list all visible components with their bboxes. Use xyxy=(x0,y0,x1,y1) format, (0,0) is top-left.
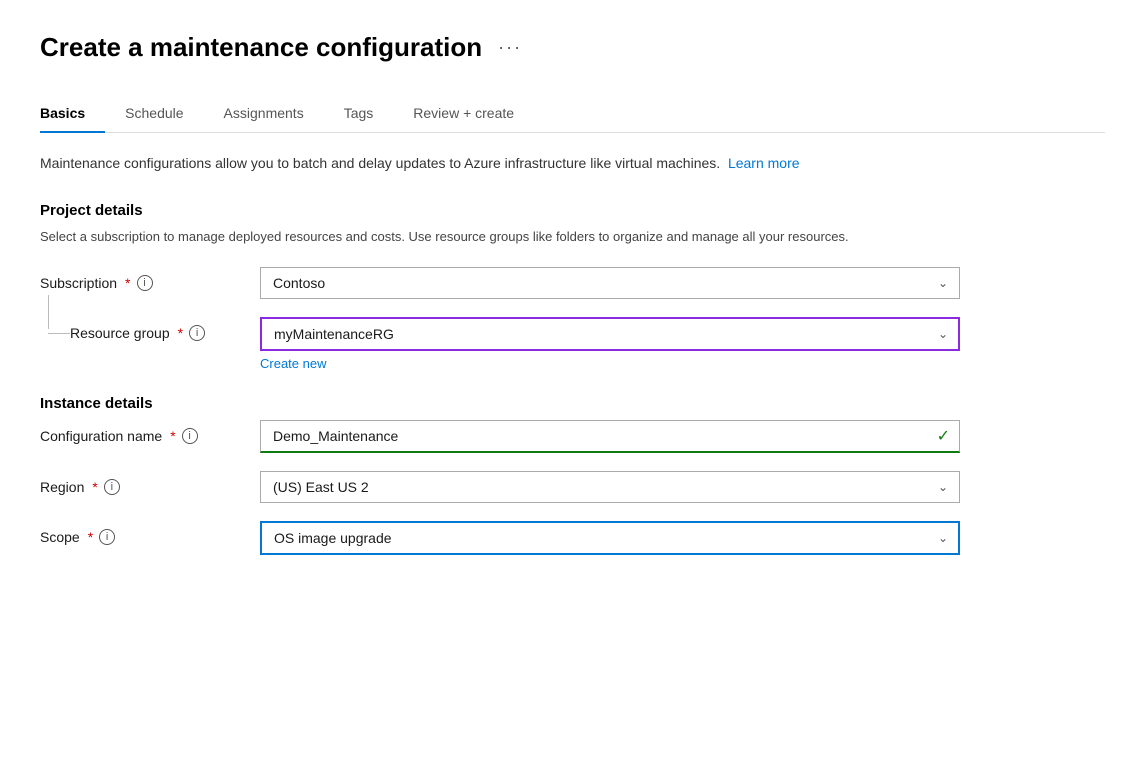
page-title: Create a maintenance configuration xyxy=(40,32,482,63)
config-name-input[interactable] xyxy=(260,420,960,453)
scope-dropdown-wrapper: OS image upgrade ⌄ xyxy=(260,521,960,555)
subscription-label-col: Subscription * i xyxy=(40,267,260,291)
project-details-title: Project details xyxy=(40,202,1105,219)
tab-schedule[interactable]: Schedule xyxy=(105,95,203,133)
page-title-row: Create a maintenance configuration ··· xyxy=(40,32,1105,63)
resource-group-control: myMaintenanceRG ⌄ Create new xyxy=(260,317,960,371)
subscription-dropdown[interactable]: Contoso xyxy=(260,267,960,299)
resource-group-label: Resource group xyxy=(70,325,170,341)
instance-details-section: Instance details Configuration name * i … xyxy=(40,395,1105,555)
region-required: * xyxy=(92,479,97,495)
subscription-label: Subscription xyxy=(40,275,117,291)
tab-review-create[interactable]: Review + create xyxy=(393,95,534,133)
resource-group-required: * xyxy=(178,325,183,341)
subscription-info-icon[interactable]: i xyxy=(137,275,153,291)
subscription-control: Contoso ⌄ xyxy=(260,267,960,299)
tab-bar: Basics Schedule Assignments Tags Review … xyxy=(40,95,1105,133)
region-info-icon[interactable]: i xyxy=(104,479,120,495)
instance-details-title: Instance details xyxy=(40,395,1105,412)
region-dropdown-wrapper: (US) East US 2 ⌄ xyxy=(260,471,960,503)
scope-row: Scope * i OS image upgrade ⌄ xyxy=(40,521,1105,555)
more-options-button[interactable]: ··· xyxy=(498,37,522,58)
subscription-row: Subscription * i Contoso ⌄ xyxy=(40,267,1105,299)
config-name-check-icon: ✓ xyxy=(937,426,950,446)
resource-group-row: Resource group * i myMaintenanceRG ⌄ Cre… xyxy=(40,317,1105,371)
scope-label: Scope xyxy=(40,529,80,545)
config-name-info-icon[interactable]: i xyxy=(182,428,198,444)
config-name-input-wrapper: ✓ xyxy=(260,420,960,453)
region-label: Region xyxy=(40,479,84,495)
resource-group-label-col: Resource group * i xyxy=(40,317,260,341)
config-name-label-col: Configuration name * i xyxy=(40,420,260,444)
config-name-control: ✓ xyxy=(260,420,960,453)
region-label-col: Region * i xyxy=(40,471,260,495)
scope-info-icon[interactable]: i xyxy=(99,529,115,545)
create-new-link[interactable]: Create new xyxy=(260,356,326,371)
scope-required: * xyxy=(88,529,93,545)
subscription-dropdown-wrapper: Contoso ⌄ xyxy=(260,267,960,299)
subscription-required: * xyxy=(125,275,130,291)
project-details-description: Select a subscription to manage deployed… xyxy=(40,227,1105,247)
region-dropdown[interactable]: (US) East US 2 xyxy=(260,471,960,503)
config-name-row: Configuration name * i ✓ xyxy=(40,420,1105,453)
scope-dropdown[interactable]: OS image upgrade xyxy=(260,521,960,555)
page-description: Maintenance configurations allow you to … xyxy=(40,153,1105,174)
resource-group-dropdown-wrapper: myMaintenanceRG ⌄ xyxy=(260,317,960,351)
config-name-required: * xyxy=(170,428,175,444)
tab-basics[interactable]: Basics xyxy=(40,95,105,133)
config-name-label: Configuration name xyxy=(40,428,162,444)
resource-group-info-icon[interactable]: i xyxy=(189,325,205,341)
region-row: Region * i (US) East US 2 ⌄ xyxy=(40,471,1105,503)
project-details-section: Project details Select a subscription to… xyxy=(40,202,1105,371)
region-control: (US) East US 2 ⌄ xyxy=(260,471,960,503)
scope-label-col: Scope * i xyxy=(40,521,260,545)
learn-more-link[interactable]: Learn more xyxy=(728,155,800,171)
scope-control: OS image upgrade ⌄ xyxy=(260,521,960,555)
resource-group-dropdown[interactable]: myMaintenanceRG xyxy=(260,317,960,351)
tab-tags[interactable]: Tags xyxy=(324,95,394,133)
tab-assignments[interactable]: Assignments xyxy=(204,95,324,133)
